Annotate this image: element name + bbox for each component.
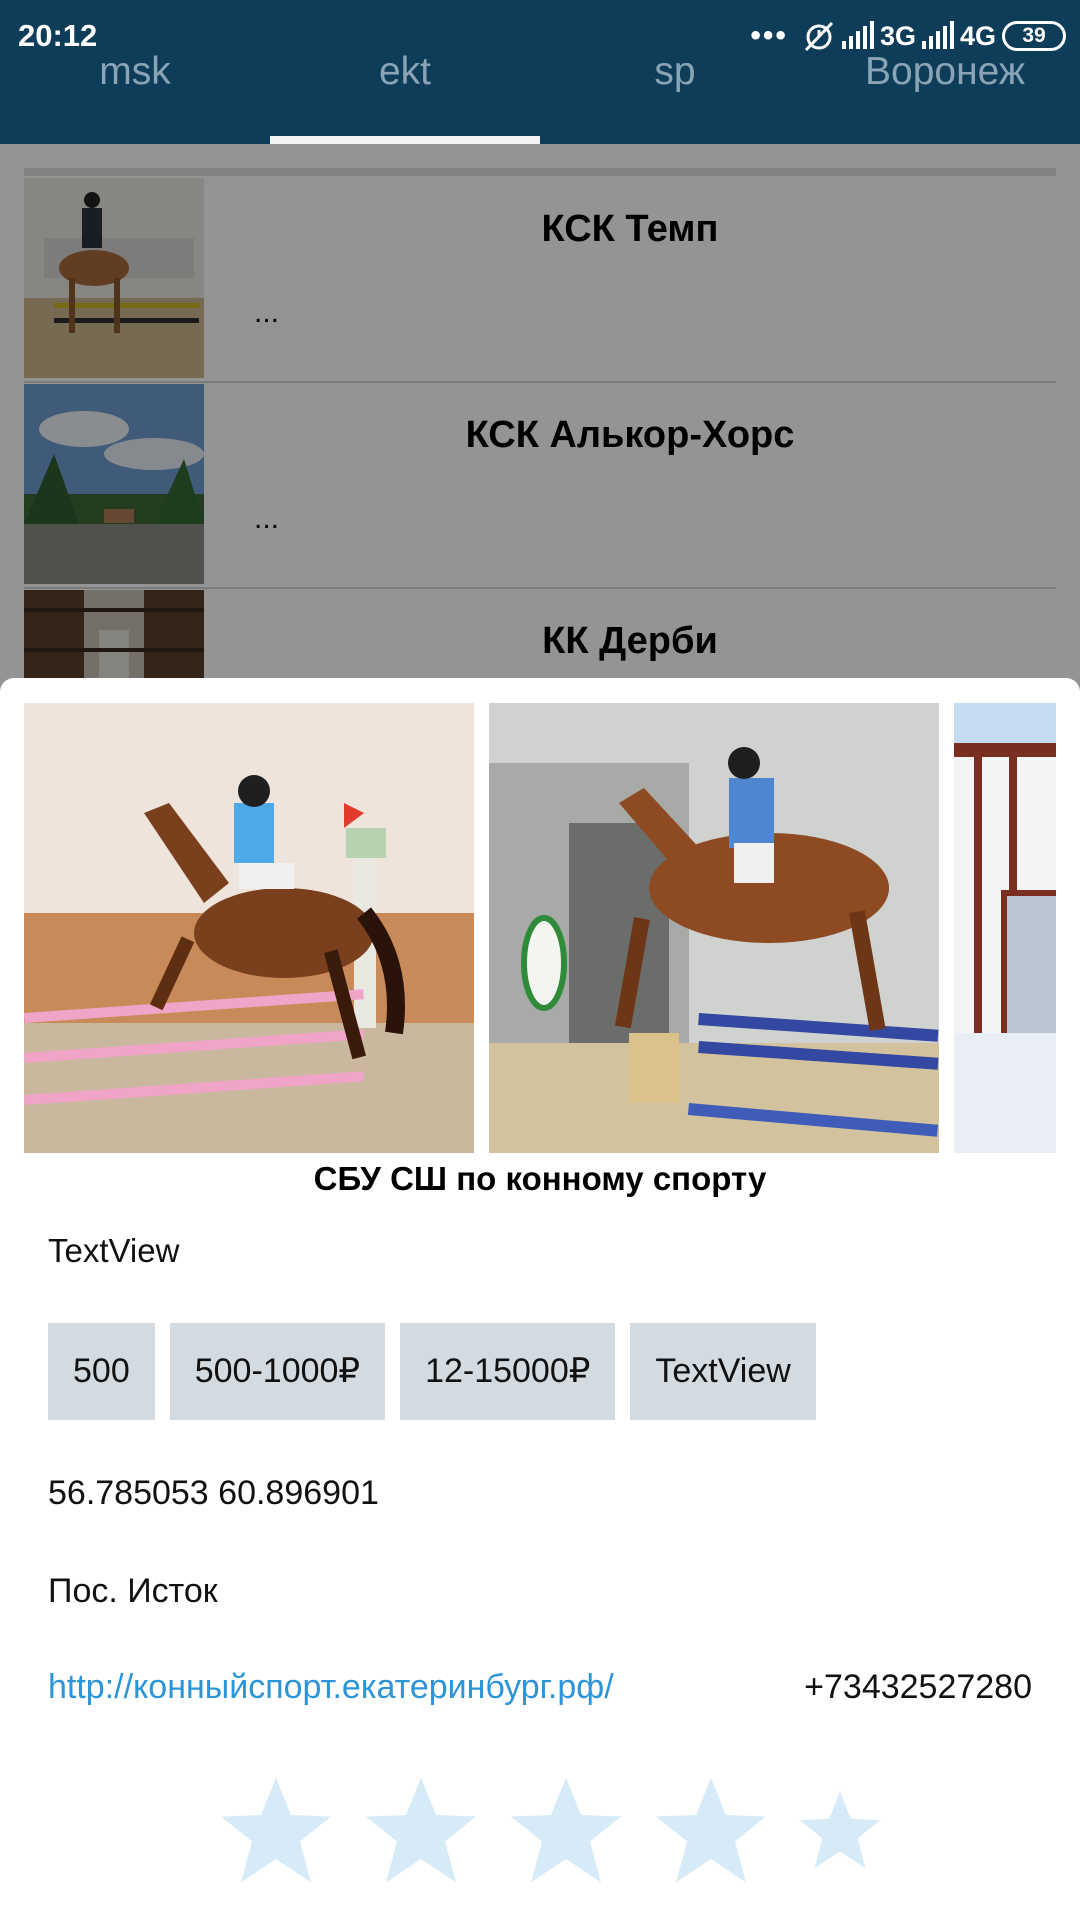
gallery-photo[interactable] [24, 703, 474, 1153]
star-icon[interactable] [361, 1770, 481, 1890]
city-tabs: msk ekt sp Воронеж [0, 44, 1080, 144]
location-text: Пос. Исток [48, 1572, 218, 1610]
photo-gallery[interactable] [24, 703, 1056, 1153]
star-icon[interactable] [506, 1770, 626, 1890]
price-chip: 12-15000₽ [400, 1323, 616, 1420]
price-chip: 500-1000₽ [169, 1323, 386, 1420]
tab-msk[interactable]: msk [0, 44, 270, 144]
price-chips: 500 500-1000₽ 12-15000₽ TextView [48, 1323, 816, 1420]
star-icon[interactable] [216, 1770, 336, 1890]
app-bar: 20:12 ••• 3G 4G 39 msk ekt sp Воронеж [0, 0, 1080, 144]
star-icon[interactable] [651, 1770, 771, 1890]
gallery-photo[interactable] [489, 703, 939, 1153]
tab-ekt[interactable]: ekt [270, 44, 540, 144]
gallery-photo[interactable] [954, 703, 1056, 1153]
description-text: TextView [48, 1232, 180, 1269]
tab-voronezh[interactable]: Воронеж [810, 44, 1080, 144]
rating-bar[interactable] [216, 1770, 884, 1890]
price-chip: TextView [630, 1323, 816, 1420]
phone-number[interactable]: +73432527280 [804, 1668, 1032, 1707]
website-link[interactable]: http://конныйспорт.екатеринбург.рф/ [48, 1668, 614, 1707]
star-icon[interactable] [796, 1770, 884, 1890]
coordinates-text: 56.785053 60.896901 [48, 1474, 379, 1512]
stable-detail-sheet: СБУ СШ по конному спорту TextView 500 50… [0, 678, 1080, 1920]
tab-sp[interactable]: sp [540, 44, 810, 144]
stable-title: СБУ СШ по конному спорту [313, 1160, 767, 1197]
price-chip: 500 [48, 1323, 155, 1420]
